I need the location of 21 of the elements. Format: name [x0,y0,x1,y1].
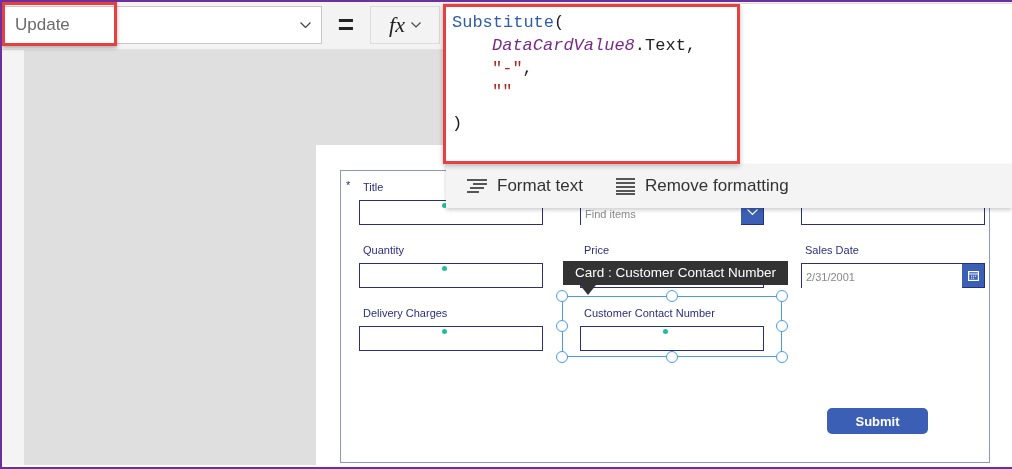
required-mark: * [346,179,351,191]
code-line: ) [452,113,463,135]
field-label: Quantity [363,243,404,257]
equals-sign: = [336,8,356,42]
code-line: "" [491,81,513,103]
tooltip: Card : Customer Contact Number [563,261,789,296]
toolbar-button[interactable]: Remove formatting [615,176,789,196]
toolbar-button[interactable]: Format text [467,176,583,196]
field-label: Price [584,243,610,257]
field-label: Delivery Charges [363,306,448,320]
code-line: DataCardValue8.Text, [491,35,697,57]
submit-button[interactable]: Submit [827,408,928,434]
field-label: Sales Date [805,243,859,257]
field-label: Customer Contact Number [584,306,715,320]
function-button[interactable]: fx [370,6,440,44]
property-dropdown[interactable]: Update [4,6,322,44]
code-line: Substitute( [452,12,565,34]
code-line: "-", [491,58,533,80]
field-label: Title [363,180,384,194]
formula-editor[interactable]: Substitute( DataCardValue8.Text, "-", "" ) [443,4,740,164]
date-picker[interactable]: 2/31/2001 [801,263,985,288]
